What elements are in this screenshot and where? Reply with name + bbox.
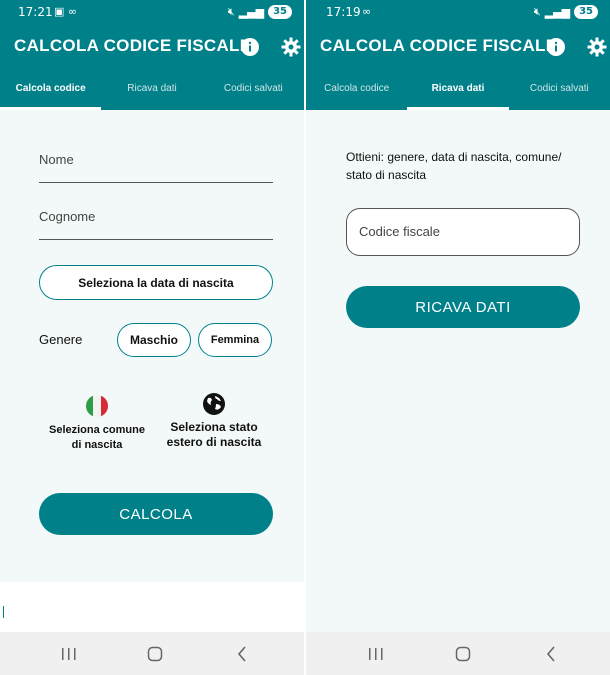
estero-option-line-1: Seleziona stato — [170, 420, 258, 434]
ricava-description: Ottieni: genere, data di nascita, comune… — [346, 148, 561, 184]
ricava-dati-screen: 17:19 ∞ 🔇︎ ▂▄▆ 35 CALCOLA CODICE FISCALE… — [306, 0, 610, 675]
status-notification-icons: ∞ — [362, 5, 372, 18]
tab-ricava-dati[interactable]: Ricava dati — [407, 74, 509, 110]
system-nav-bar — [0, 632, 304, 675]
ad-indicator — [3, 606, 4, 618]
status-time: 17:19 — [326, 5, 361, 19]
maschio-button[interactable]: Maschio — [117, 323, 191, 357]
tab-bar: Calcola codice Ricava dati Codici salvat… — [306, 74, 610, 110]
tab-bar: Calcola codice Ricava dati Codici salvat… — [0, 74, 304, 110]
select-comune-option[interactable]: Seleziona comune di nascita — [42, 394, 152, 453]
home-icon[interactable] — [451, 642, 475, 666]
app-bar: 17:21 ▣ ∞ 🔇︎ ▂▄▆ 35 CALCOLA CODICE FISCA… — [0, 0, 304, 110]
ad-banner-area — [306, 582, 610, 632]
italy-flag-icon — [86, 395, 108, 417]
genere-label: Genere — [39, 332, 83, 347]
battery-indicator: 35 — [574, 5, 598, 19]
calcola-codice-screen: 17:21 ▣ ∞ 🔇︎ ▂▄▆ 35 CALCOLA CODICE FISCA… — [0, 0, 304, 675]
description-line-1: Ottieni: genere, data di nascita, comune… — [346, 150, 562, 164]
ricava-dati-button[interactable]: RICAVA DATI — [346, 286, 580, 328]
estero-option-line-2: estero di nascita — [166, 435, 262, 449]
status-time: 17:21 — [18, 5, 53, 19]
status-icons: 🔇︎ ▂▄▆ 35 — [534, 5, 598, 19]
signal-icon: ▂▄▆ — [544, 5, 571, 19]
recent-apps-icon[interactable] — [57, 642, 81, 666]
system-nav-bar — [306, 632, 610, 675]
signal-icon: ▂▄▆ — [238, 5, 265, 19]
info-icon[interactable] — [238, 35, 262, 59]
status-notification-icons: ▣ ∞ — [54, 5, 78, 18]
ad-banner-area — [0, 582, 304, 632]
home-icon[interactable] — [143, 642, 167, 666]
tab-codici-salvati[interactable]: Codici salvati — [203, 74, 304, 110]
cognome-input[interactable] — [39, 209, 273, 224]
codice-fiscale-field — [346, 208, 580, 256]
birth-date-button[interactable]: Seleziona la data di nascita — [39, 265, 273, 300]
info-icon[interactable] — [544, 35, 568, 59]
calcola-form: Seleziona la data di nascita Genere Masc… — [0, 110, 304, 582]
femmina-button[interactable]: Femmina — [198, 323, 272, 357]
ricava-form: Ottieni: genere, data di nascita, comune… — [306, 110, 610, 582]
back-icon[interactable] — [230, 642, 254, 666]
app-bar: 17:19 ∞ 🔇︎ ▂▄▆ 35 CALCOLA CODICE FISCALE… — [306, 0, 610, 110]
nome-field — [39, 146, 273, 183]
gear-icon[interactable] — [585, 35, 609, 59]
cognome-field — [39, 203, 273, 240]
battery-indicator: 35 — [268, 5, 292, 19]
calcola-button[interactable]: CALCOLA — [39, 493, 273, 535]
back-icon[interactable] — [539, 642, 563, 666]
status-icons: 🔇︎ ▂▄▆ 35 — [228, 5, 292, 19]
select-estero-option[interactable]: Seleziona stato estero di nascita — [159, 392, 269, 450]
recent-apps-icon[interactable] — [364, 642, 388, 666]
status-bar: 17:21 ▣ ∞ 🔇︎ ▂▄▆ 35 — [0, 0, 304, 26]
nome-input[interactable] — [39, 152, 273, 167]
app-title: CALCOLA CODICE FISCALE — [14, 36, 252, 55]
tab-codici-salvati[interactable]: Codici salvati — [509, 74, 610, 110]
comune-option-line-2: di nascita — [71, 439, 123, 451]
codice-fiscale-input[interactable] — [357, 223, 561, 240]
tab-calcola-codice[interactable]: Calcola codice — [306, 74, 407, 110]
status-bar: 17:19 ∞ 🔇︎ ▂▄▆ 35 — [306, 0, 610, 26]
mute-icon: 🔇︎ — [533, 5, 541, 18]
tab-ricava-dati[interactable]: Ricava dati — [101, 74, 202, 110]
mute-icon: 🔇︎ — [227, 5, 235, 18]
globe-icon — [203, 393, 225, 415]
gear-icon[interactable] — [279, 35, 303, 59]
comune-option-line-1: Seleziona comune — [49, 424, 145, 436]
app-title: CALCOLA CODICE FISCALE — [320, 36, 558, 55]
tab-calcola-codice[interactable]: Calcola codice — [0, 74, 102, 110]
description-line-2: stato di nascita — [346, 168, 427, 182]
